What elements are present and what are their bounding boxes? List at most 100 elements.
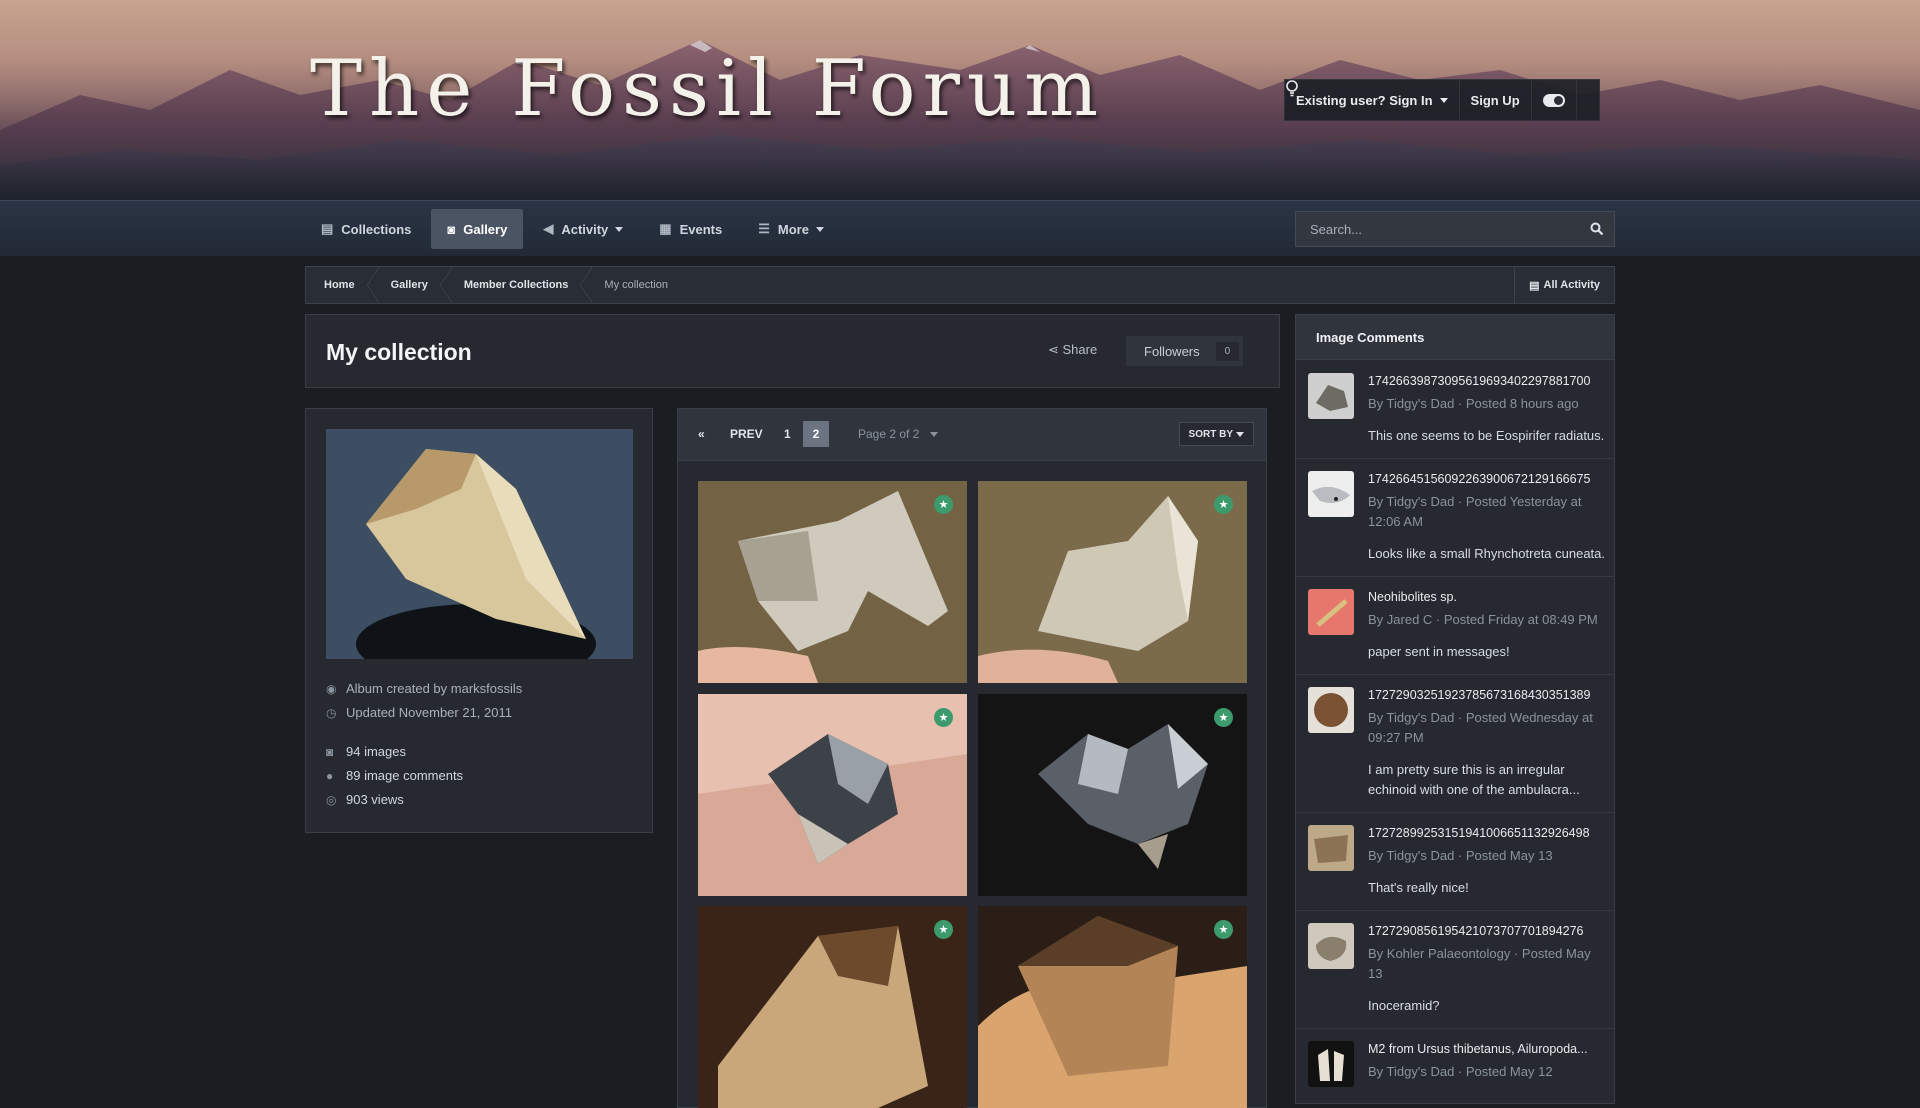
- camera-icon: ◙: [326, 744, 334, 759]
- nav-tab-gallery[interactable]: ◙ Gallery: [431, 209, 524, 249]
- gallery-image[interactable]: ★: [978, 906, 1247, 1108]
- chevron-down-icon: [615, 226, 624, 232]
- comment-image-title[interactable]: 1727290856195421073707701894276: [1368, 924, 1608, 938]
- all-activity-label: All Activity: [1543, 279, 1600, 291]
- breadcrumb: Home Gallery Member Collections My colle…: [305, 266, 1615, 304]
- comment-thumbnail[interactable]: [1308, 1041, 1354, 1087]
- comment-snippet: That's really nice!: [1368, 880, 1469, 895]
- comment-thumbnail[interactable]: [1308, 825, 1354, 871]
- comment-thumbnail[interactable]: [1308, 687, 1354, 733]
- nav-tab-more[interactable]: ☰ More: [742, 209, 840, 249]
- comment-meta: By Tidgy's Dad · Posted Yesterday at 12:…: [1368, 494, 1582, 529]
- rss-icon: ▤: [1529, 279, 1540, 292]
- calendar-icon: ▦: [659, 221, 672, 236]
- share-icon: ⋖: [1048, 342, 1063, 357]
- theme-toggle[interactable]: [1532, 80, 1577, 120]
- album-comment-count: ● 89 image comments: [326, 768, 463, 783]
- album-updated: ◷ Updated November 21, 2011: [326, 705, 512, 720]
- comment-image-title[interactable]: 17426645156092263900672129166675: [1368, 472, 1608, 486]
- album-view-count: ◎ 903 views: [326, 792, 404, 807]
- comment-image-title[interactable]: Neohibolites sp.: [1368, 590, 1608, 604]
- user-icon: ◉: [326, 681, 337, 696]
- comment-item[interactable]: Neohibolites sp. By Jared C · Posted Fri…: [1296, 577, 1614, 675]
- nav-tab-collections[interactable]: ▤ Collections: [305, 209, 427, 249]
- comment-snippet: I am pretty sure this is an irregular ec…: [1368, 762, 1580, 797]
- views-text: 903 views: [346, 792, 404, 807]
- comment-image-title[interactable]: 17272903251923785673168430351389: [1368, 688, 1608, 702]
- album-cover-image[interactable]: [326, 429, 633, 659]
- search-icon[interactable]: [1590, 222, 1604, 236]
- prev-page-button[interactable]: PREV: [730, 427, 763, 441]
- comment-meta: By Kohler Palaeontology · Posted May 13: [1368, 946, 1591, 981]
- image-comments-widget: Image Comments 1742663987309561969340229…: [1295, 314, 1615, 1104]
- followers-label: Followers: [1144, 343, 1200, 359]
- sign-in-label: Existing user? Sign In: [1296, 92, 1433, 108]
- all-activity-link[interactable]: ▤ All Activity: [1514, 267, 1614, 303]
- sort-by-button[interactable]: SORT BY: [1178, 422, 1254, 446]
- page-2-button[interactable]: 2: [803, 421, 829, 447]
- gallery-image[interactable]: ★: [978, 481, 1247, 683]
- comment-item[interactable]: 17426645156092263900672129166675 By Tidg…: [1296, 459, 1614, 577]
- comment-thumbnail[interactable]: [1308, 923, 1354, 969]
- chevron-down-icon: [1439, 97, 1448, 103]
- camera-icon: ◙: [447, 221, 456, 237]
- site-logo[interactable]: The Fossil Forum: [310, 44, 1105, 134]
- breadcrumb-gallery[interactable]: Gallery: [373, 267, 453, 303]
- comment-thumbnail[interactable]: [1308, 373, 1354, 419]
- site-header-banner: The Fossil Forum Existing user? Sign In …: [0, 0, 1920, 200]
- breadcrumb-current: My collection: [604, 279, 668, 291]
- page-1-button[interactable]: 1: [784, 427, 791, 441]
- page-of-label: Page 2 of 2: [858, 427, 920, 441]
- created-by-text: Album created by marksfossils: [346, 681, 523, 696]
- gallery-image[interactable]: ★: [698, 906, 967, 1108]
- comment-item[interactable]: 17272899253151941006651132926498 By Tidg…: [1296, 813, 1614, 911]
- list-icon: ☰: [758, 221, 770, 236]
- lightbulb-button[interactable]: [1286, 80, 1599, 120]
- breadcrumb-member-collections[interactable]: Member Collections: [446, 267, 592, 303]
- page-title: My collection: [326, 339, 472, 365]
- search-input[interactable]: Search...: [1295, 211, 1615, 247]
- gallery-image[interactable]: ★: [698, 694, 967, 896]
- document-icon: ▤: [321, 221, 334, 236]
- chevron-down-icon: [815, 226, 824, 232]
- share-label: Share: [1062, 342, 1098, 357]
- comment-image-title[interactable]: M2 from Ursus thibetanus, Ailuropoda...: [1368, 1042, 1608, 1056]
- comment-item[interactable]: 1727290856195421073707701894276 By Kohle…: [1296, 911, 1614, 1029]
- first-page-icon[interactable]: «: [698, 427, 705, 441]
- comment-meta: By Tidgy's Dad · Posted 8 hours ago: [1368, 396, 1579, 411]
- comment-item[interactable]: 17426639873095619693402297881700 By Tidg…: [1296, 361, 1614, 459]
- nav-tab-events[interactable]: ▦ Events: [643, 209, 738, 249]
- user-bar: Existing user? Sign In Sign Up: [1284, 79, 1600, 121]
- comment-item[interactable]: 17272903251923785673168430351389 By Tidg…: [1296, 675, 1614, 813]
- breadcrumb-home[interactable]: Home: [306, 267, 379, 303]
- followers-button[interactable]: Followers 0: [1126, 336, 1244, 366]
- featured-star-icon: ★: [1214, 708, 1233, 727]
- share-button[interactable]: ⋖ Share: [1048, 342, 1097, 358]
- clock-icon: ◷: [326, 705, 337, 720]
- chevron-down-icon: [1236, 431, 1244, 437]
- page-jump-dropdown[interactable]: Page 2 of 2: [858, 427, 938, 441]
- lightbulb-icon: [1286, 80, 1298, 97]
- nav-tab-activity[interactable]: ◀ Activity: [527, 209, 639, 249]
- gallery-image[interactable]: ★: [698, 481, 967, 683]
- nav-tab-label: Events: [679, 221, 723, 237]
- main-navigation: ▤ Collections ◙ Gallery ◀ Activity ▦ Eve…: [0, 200, 1920, 256]
- sign-up-button[interactable]: Sign Up: [1460, 80, 1532, 120]
- eye-icon: ◎: [326, 792, 337, 807]
- widget-title: Image Comments: [1296, 315, 1614, 360]
- album-info-card: ◉ Album created by marksfossils ◷ Update…: [305, 408, 653, 833]
- comment-image-title[interactable]: 17426639873095619693402297881700: [1368, 374, 1608, 388]
- comment-thumbnail[interactable]: [1308, 471, 1354, 517]
- comment-snippet: Looks like a small Rhynchotreta cuneata.: [1368, 546, 1606, 561]
- comment-meta: By Tidgy's Dad · Posted May 12: [1368, 1064, 1553, 1079]
- comment-snippet: This one seems to be Eospirifer radiatus…: [1368, 428, 1605, 443]
- album-header: My collection ⋖ Share Followers 0: [305, 314, 1280, 388]
- chevron-down-icon: [929, 432, 938, 438]
- sign-in-button[interactable]: Existing user? Sign In: [1285, 80, 1460, 120]
- comment-thumbnail[interactable]: [1308, 589, 1354, 635]
- comment-item[interactable]: M2 from Ursus thibetanus, Ailuropoda... …: [1296, 1029, 1614, 1103]
- comment-icon: ●: [326, 768, 334, 783]
- comment-image-title[interactable]: 17272899253151941006651132926498: [1368, 826, 1608, 840]
- gallery-image[interactable]: ★: [978, 694, 1247, 896]
- sort-by-label: SORT BY: [1188, 428, 1233, 440]
